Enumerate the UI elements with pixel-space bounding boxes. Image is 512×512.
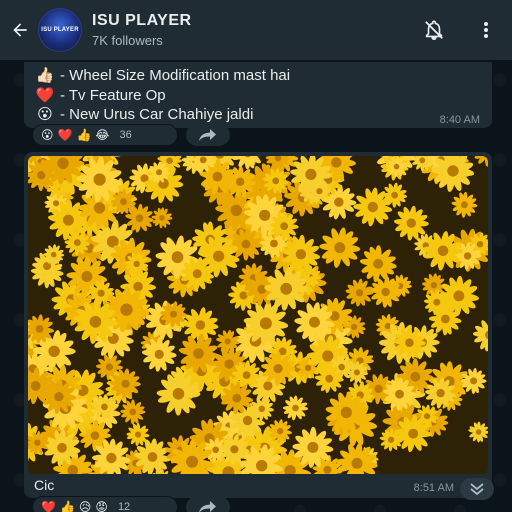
avatar-logo-text: ISU PLAYER xyxy=(41,26,79,33)
forward-button[interactable] xyxy=(186,496,230,512)
message-bubble[interactable]: 👍🏻 - Wheel Size Modification mast hai ❤️… xyxy=(24,62,492,128)
followers-count: 7K followers xyxy=(92,33,163,48)
message-line: 👍🏻 - Wheel Size Modification mast hai xyxy=(34,66,291,85)
chevron-double-down-icon xyxy=(470,483,484,495)
arrow-left-icon xyxy=(13,23,27,37)
reaction-emoji: 😡 xyxy=(95,500,108,512)
reaction-emoji: 😮 xyxy=(41,128,54,142)
forward-button[interactable] xyxy=(186,124,230,146)
reaction-emoji: ❤️ xyxy=(57,128,73,142)
message-line: ❤️ - Tv Feature Op xyxy=(34,86,166,105)
surprised-emoji: 😮 xyxy=(37,106,53,123)
yellow-flowers-photo[interactable] xyxy=(28,156,488,474)
more-options-button[interactable] xyxy=(476,10,496,50)
reaction-count: 12 xyxy=(117,501,131,512)
scroll-to-bottom-button[interactable] xyxy=(460,478,494,500)
channel-avatar[interactable]: ISU PLAYER xyxy=(38,8,82,52)
channel-header: ISU PLAYER ISU PLAYER 7K followers xyxy=(0,0,512,60)
photo-message-bubble[interactable]: Cic 8:51 AM xyxy=(24,152,492,498)
channel-name: ISU PLAYER xyxy=(92,12,192,29)
reactions-bar[interactable]: ❤️ 👍 😥 😡 12 xyxy=(32,496,178,512)
reaction-emoji: 👍 xyxy=(59,500,75,512)
message-timestamp: 8:51 AM xyxy=(413,482,454,494)
bell-off-icon xyxy=(425,20,443,40)
photo-caption: Cic xyxy=(34,477,55,493)
forward-icon xyxy=(199,129,216,141)
message-timestamp: 8:40 AM xyxy=(439,114,480,126)
message-line: 😮 - New Urus Car Chahiye jaldi xyxy=(34,105,254,124)
channel-title-block[interactable]: ISU PLAYER 7K followers xyxy=(92,12,414,48)
forward-icon xyxy=(199,501,216,512)
flowers-image xyxy=(28,156,488,474)
back-button[interactable] xyxy=(2,0,38,60)
reaction-count: 36 xyxy=(119,129,132,141)
message-line-text: - New Urus Car Chahiye jaldi xyxy=(60,105,254,123)
heart-emoji: ❤️ xyxy=(35,87,55,104)
more-vertical-icon xyxy=(484,22,488,38)
reaction-emoji: 😥 xyxy=(78,500,92,512)
reactions-bar[interactable]: 😮 ❤️ 👍 😂 36 xyxy=(32,124,178,146)
message-line-text: - Tv Feature Op xyxy=(60,86,166,104)
mute-notifications-button[interactable] xyxy=(414,10,454,50)
reaction-emoji: ❤️ xyxy=(41,500,56,512)
message-line-text: - Wheel Size Modification mast hai xyxy=(60,66,291,84)
reaction-emoji: 👍 xyxy=(76,128,92,142)
reaction-emoji: 😂 xyxy=(95,128,110,142)
thumbs-up-emoji: 👍🏻 xyxy=(35,67,55,84)
